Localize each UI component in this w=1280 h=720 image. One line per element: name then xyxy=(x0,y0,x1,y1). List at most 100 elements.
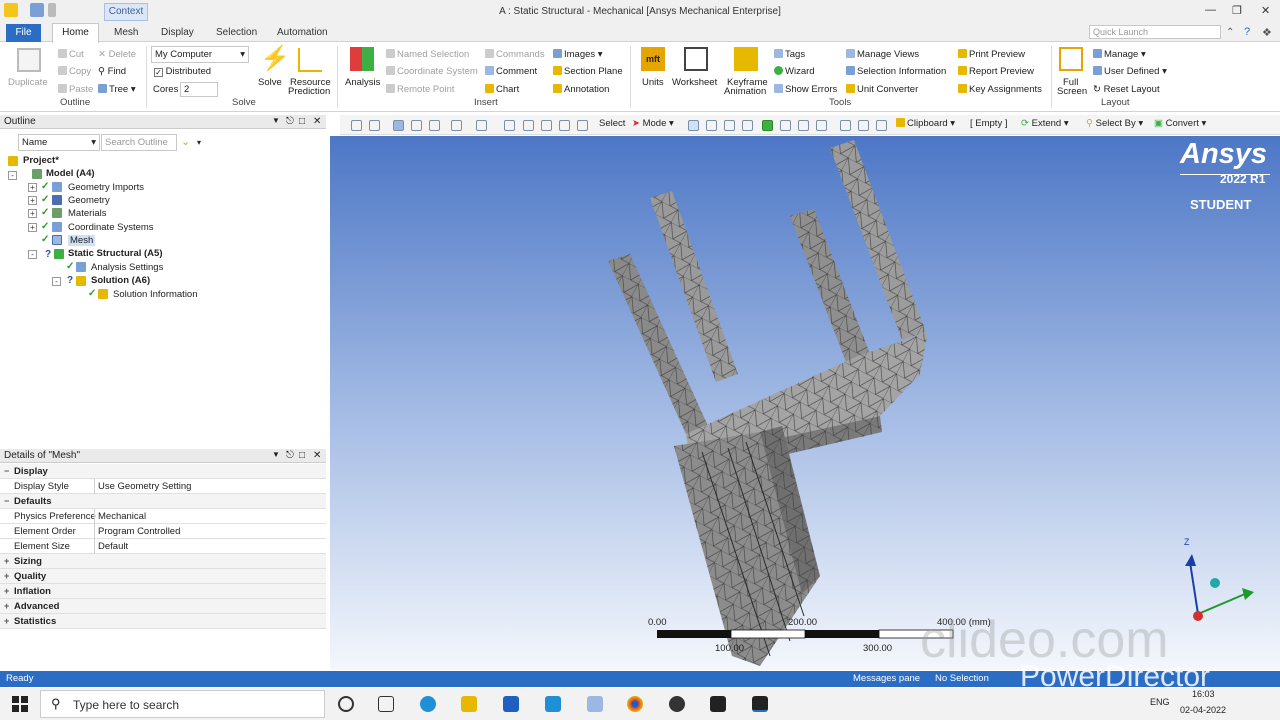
worksheet-icon[interactable] xyxy=(684,47,708,71)
mode-dropdown[interactable]: ➤ Mode ▾ xyxy=(632,118,674,129)
resource-prediction-line2[interactable]: Prediction xyxy=(288,86,330,97)
delete-button[interactable]: ✕ Delete xyxy=(98,49,136,60)
tags-button[interactable]: Tags xyxy=(774,49,805,60)
reset-layout-button[interactable]: ↻ Reset Layout xyxy=(1093,84,1160,95)
help-icon[interactable]: ? xyxy=(1244,26,1250,38)
report-preview-button[interactable]: Report Preview xyxy=(958,66,1034,77)
expand-icon[interactable]: + xyxy=(4,616,9,626)
store-icon[interactable] xyxy=(503,696,519,712)
tree-item-geometry-imports[interactable]: Geometry Imports xyxy=(68,182,144,193)
pan-view-icon[interactable] xyxy=(504,120,515,131)
tree-item-project[interactable]: Project* xyxy=(23,155,59,166)
app-icon[interactable] xyxy=(587,696,603,712)
messages-pane-button[interactable]: Messages pane xyxy=(853,673,920,684)
zoom-fit-icon[interactable] xyxy=(559,120,570,131)
convert-dropdown[interactable]: ▣ Convert ▾ xyxy=(1154,118,1206,129)
select-by-dropdown[interactable]: ⚲ Select By ▾ xyxy=(1086,118,1143,129)
comment-button[interactable]: Comment xyxy=(485,66,537,77)
find-button[interactable]: ⚲ Find xyxy=(98,66,126,77)
solver-computer-select[interactable]: My Computer ▾ xyxy=(151,46,249,63)
select-button[interactable]: Select xyxy=(599,118,625,129)
duplicate-button[interactable]: Duplicate xyxy=(8,77,48,88)
outline-name-filter[interactable]: Name ▾ xyxy=(18,134,100,151)
cortana-icon[interactable] xyxy=(338,696,354,712)
lightning-icon[interactable]: ⚡ xyxy=(260,47,290,71)
tree-item-analysis-settings[interactable]: Analysis Settings xyxy=(91,262,163,273)
maximize-icon[interactable]: ❐ xyxy=(1232,4,1242,17)
chart-button[interactable]: Chart xyxy=(485,84,519,95)
iso-view-icon[interactable] xyxy=(393,120,404,131)
resource-prediction-icon[interactable] xyxy=(298,48,322,72)
close-icon[interactable]: ✕ xyxy=(1261,4,1270,17)
close-panel-icon[interactable]: ✕ xyxy=(313,116,321,127)
expand-icon[interactable]: + xyxy=(4,556,9,566)
tree-item-model[interactable]: Model (A4) xyxy=(46,168,95,179)
zoom-window-icon[interactable] xyxy=(523,120,534,131)
tab-automation[interactable]: Automation xyxy=(277,27,328,38)
user-defined-button[interactable]: User Defined ▾ xyxy=(1093,66,1167,77)
select-vertex-icon[interactable] xyxy=(688,120,699,131)
clock-time[interactable]: 16:03 xyxy=(1192,689,1215,699)
tree-item-solution-information[interactable]: Solution Information xyxy=(113,289,198,300)
tab-mesh[interactable]: Mesh xyxy=(114,27,138,38)
annotation-button[interactable]: Annotation xyxy=(553,84,609,95)
manage-views-button[interactable]: Manage Views xyxy=(846,49,919,60)
details-section-row[interactable]: + Sizing xyxy=(0,554,326,569)
select-element-face-icon[interactable] xyxy=(816,120,827,131)
thicken-icon[interactable] xyxy=(876,120,887,131)
panel-menu-icon[interactable]: ▼ xyxy=(272,116,280,125)
pin-icon[interactable]: ⎋ xyxy=(286,116,294,127)
expand-icon[interactable]: + xyxy=(28,223,37,232)
context-tab[interactable]: Context xyxy=(104,3,148,21)
workbench-icon[interactable] xyxy=(710,696,726,712)
details-section-row[interactable]: − Display xyxy=(0,464,326,479)
details-section-row[interactable]: + Inflation xyxy=(0,584,326,599)
display-mode-icon[interactable] xyxy=(411,120,422,131)
edge-icon[interactable] xyxy=(420,696,436,712)
tree-button[interactable]: Tree ▾ xyxy=(98,84,136,95)
panel-menu-icon[interactable]: ▼ xyxy=(272,450,280,459)
copy-button[interactable]: Copy xyxy=(58,66,91,77)
float-icon[interactable]: □ xyxy=(299,450,305,461)
key-assignments-button[interactable]: Key Assignments xyxy=(958,84,1042,95)
tree-item-geometry[interactable]: Geometry xyxy=(68,195,110,206)
expand-icon[interactable]: + xyxy=(28,196,37,205)
graphics-viewport[interactable]: Ansys 2022 R1 STUDENT 0.00 200.00 400.00… xyxy=(330,136,1280,670)
details-value[interactable]: Program Controlled xyxy=(98,526,180,537)
float-icon[interactable]: □ xyxy=(299,116,305,127)
collapse-icon[interactable]: - xyxy=(28,250,37,259)
language-indicator[interactable]: ENG xyxy=(1150,697,1170,707)
cores-input[interactable]: 2 xyxy=(180,82,218,97)
keyframe-animation-icon[interactable] xyxy=(734,47,758,71)
mechanical-icon[interactable] xyxy=(752,696,768,712)
commands-button[interactable]: Commands xyxy=(485,49,545,60)
filter-dropdown-icon[interactable]: ▾ xyxy=(197,138,201,147)
unit-converter-button[interactable]: Unit Converter xyxy=(846,84,918,95)
images-button[interactable]: Images ▾ xyxy=(553,49,603,60)
selection-information-button[interactable]: Selection Information xyxy=(846,66,946,77)
details-property-row[interactable]: Physics Preference Mechanical xyxy=(0,509,326,524)
windows-start-icon[interactable] xyxy=(12,696,28,712)
cut-button[interactable]: Cut xyxy=(58,49,84,60)
tree-item-coordinate-systems[interactable]: Coordinate Systems xyxy=(68,222,154,233)
select-element-icon[interactable] xyxy=(798,120,809,131)
select-body-icon[interactable] xyxy=(742,120,753,131)
worksheet-button[interactable]: Worksheet xyxy=(672,77,717,88)
distributed-checkbox[interactable]: ✓ Distributed xyxy=(154,66,211,77)
settings-icon[interactable]: ❖ xyxy=(1262,26,1272,39)
recorder-icon[interactable] xyxy=(669,696,685,712)
details-property-row[interactable]: Display Style Use Geometry Setting xyxy=(0,479,326,494)
solve-button[interactable]: Solve xyxy=(258,77,282,88)
rotate-icon[interactable] xyxy=(476,120,487,131)
collapse-icon[interactable]: − xyxy=(4,496,9,506)
show-errors-button[interactable]: Show Errors xyxy=(774,84,837,95)
details-section-row[interactable]: + Quality xyxy=(0,569,326,584)
ribbon-collapse-icon[interactable]: ⌃ xyxy=(1226,27,1234,38)
details-section-row[interactable]: + Statistics xyxy=(0,614,326,629)
details-section-row[interactable]: + Advanced xyxy=(0,599,326,614)
tab-home[interactable]: Home xyxy=(52,23,99,43)
select-face-icon[interactable] xyxy=(724,120,735,131)
show-vertices-icon[interactable] xyxy=(840,120,851,131)
close-panel-icon[interactable]: ✕ xyxy=(313,450,321,461)
minimize-icon[interactable]: — xyxy=(1205,4,1216,16)
